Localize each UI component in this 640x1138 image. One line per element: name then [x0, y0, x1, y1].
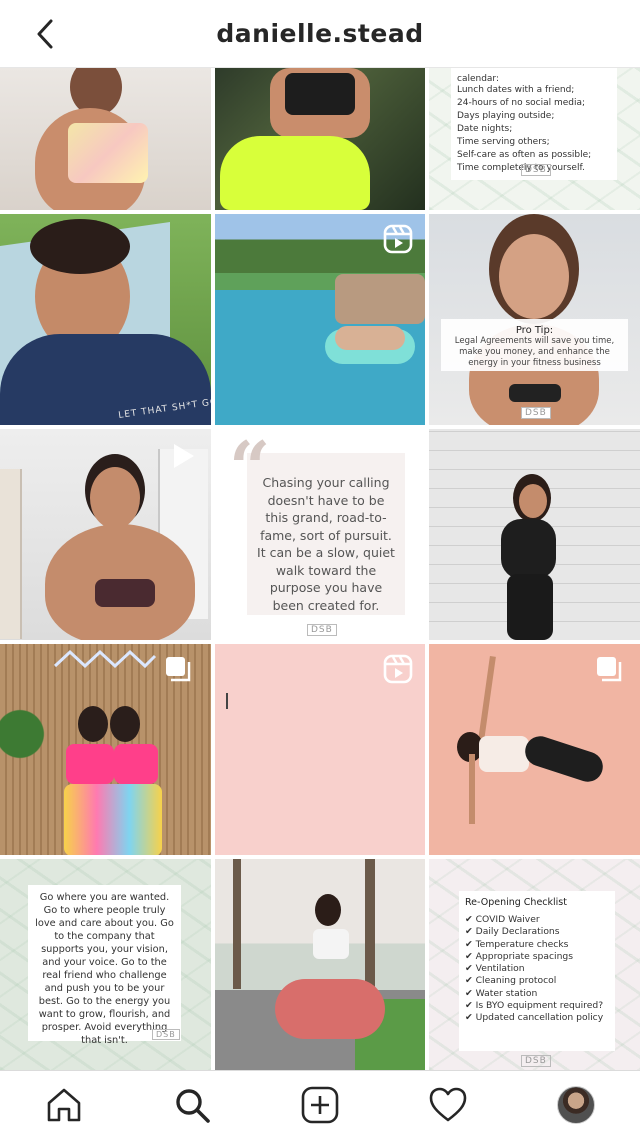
list-item: Self-care as often as possible;: [457, 150, 592, 160]
list-item: Date nights;: [457, 124, 513, 134]
list-item: ✔ Updated cancellation policy: [465, 1012, 604, 1024]
tab-profile[interactable]: [546, 1075, 606, 1135]
brand-logo: DSB: [521, 164, 551, 176]
post-tile[interactable]: Pro Tip: Legal Agreements will save you …: [429, 214, 640, 425]
post-tile[interactable]: [215, 859, 425, 1070]
post-tile[interactable]: “ Chasing your calling doesn't have to b…: [215, 429, 425, 640]
heart-icon: [429, 1087, 467, 1121]
tab-new-post[interactable]: [290, 1075, 350, 1135]
brand-logo: DSB: [307, 624, 337, 636]
list-item: ✔ Appropriate spacings: [465, 950, 574, 962]
tab-search[interactable]: [162, 1075, 222, 1135]
back-button[interactable]: [30, 18, 60, 50]
search-icon: [176, 1088, 210, 1123]
chevron-left-icon: [37, 19, 53, 49]
post-tile[interactable]: LET THAT SH*T GO: [0, 214, 211, 425]
profile-posts-screen: danielle.stead calendar: Lunch dates wit…: [0, 0, 640, 1138]
neon-sign: [53, 649, 157, 669]
list-item: ✔ Water station: [465, 987, 538, 999]
list-item: ✔ Temperature checks: [465, 938, 569, 950]
avatar: [557, 1085, 595, 1124]
tab-activity[interactable]: [418, 1075, 478, 1135]
list-item: ✔ Is BYO equipment required?: [465, 1000, 604, 1012]
brand-logo: DSB: [152, 1029, 180, 1040]
brand-logo: DSB: [521, 407, 551, 419]
pro-tip-body: Legal Agreements will save you time, mak…: [454, 336, 615, 368]
post-tile[interactable]: [215, 68, 425, 210]
post-tile[interactable]: [0, 644, 211, 855]
home-icon: [47, 1088, 81, 1121]
reels-icon: [383, 224, 413, 254]
list-item: 24-hours of no social media;: [457, 98, 586, 108]
post-tile[interactable]: [429, 429, 640, 640]
post-tile[interactable]: Re-Opening Checklist ✔ COVID Waiver ✔ Da…: [429, 859, 640, 1070]
quote-text: Chasing your calling doesn't have to be …: [257, 475, 395, 613]
carousel-icon: [166, 657, 191, 682]
quote-text: Go where you are wanted. Go to where peo…: [35, 892, 174, 1046]
new-post-icon: [301, 1086, 339, 1123]
carousel-icon: [597, 657, 622, 682]
video-icon: [174, 444, 194, 468]
list-item: ✔ COVID Waiver: [465, 914, 540, 925]
list-item: Time serving others;: [457, 137, 550, 147]
post-tile[interactable]: [215, 644, 425, 855]
list-item: ✔ Ventilation: [465, 963, 525, 975]
list-item: Days playing outside;: [457, 111, 555, 121]
list-item: ✔ Daily Declarations: [465, 926, 560, 938]
post-tile[interactable]: Go where you are wanted. Go to where peo…: [0, 859, 211, 1070]
checklist-title: Re-Opening Checklist: [465, 897, 567, 908]
brand-logo: DSB: [521, 1055, 551, 1067]
page-title: danielle.stead: [216, 19, 424, 48]
posts-grid: calendar: Lunch dates with a friend; 24-…: [0, 68, 640, 1070]
post-tile[interactable]: [0, 68, 211, 210]
text-cursor: [226, 693, 228, 709]
bottom-tab-bar: [0, 1070, 640, 1138]
post-caption-heading: calendar:: [457, 74, 500, 84]
tab-home[interactable]: [34, 1075, 94, 1135]
pro-tip-title: Pro Tip:: [515, 325, 554, 336]
reels-icon: [383, 654, 413, 684]
post-tile[interactable]: calendar: Lunch dates with a friend; 24-…: [429, 68, 640, 210]
list-item: Lunch dates with a friend;: [457, 85, 575, 95]
checklist: ✔ COVID Waiver ✔ Daily Declarations ✔ Te…: [465, 914, 609, 1025]
list-item: ✔ Cleaning protocol: [465, 975, 557, 987]
post-tile[interactable]: [215, 214, 425, 425]
top-bar: danielle.stead: [0, 0, 640, 68]
post-caption-list: Lunch dates with a friend; 24-hours of n…: [457, 84, 611, 175]
post-tile[interactable]: [429, 644, 640, 855]
post-tile[interactable]: [0, 429, 211, 640]
